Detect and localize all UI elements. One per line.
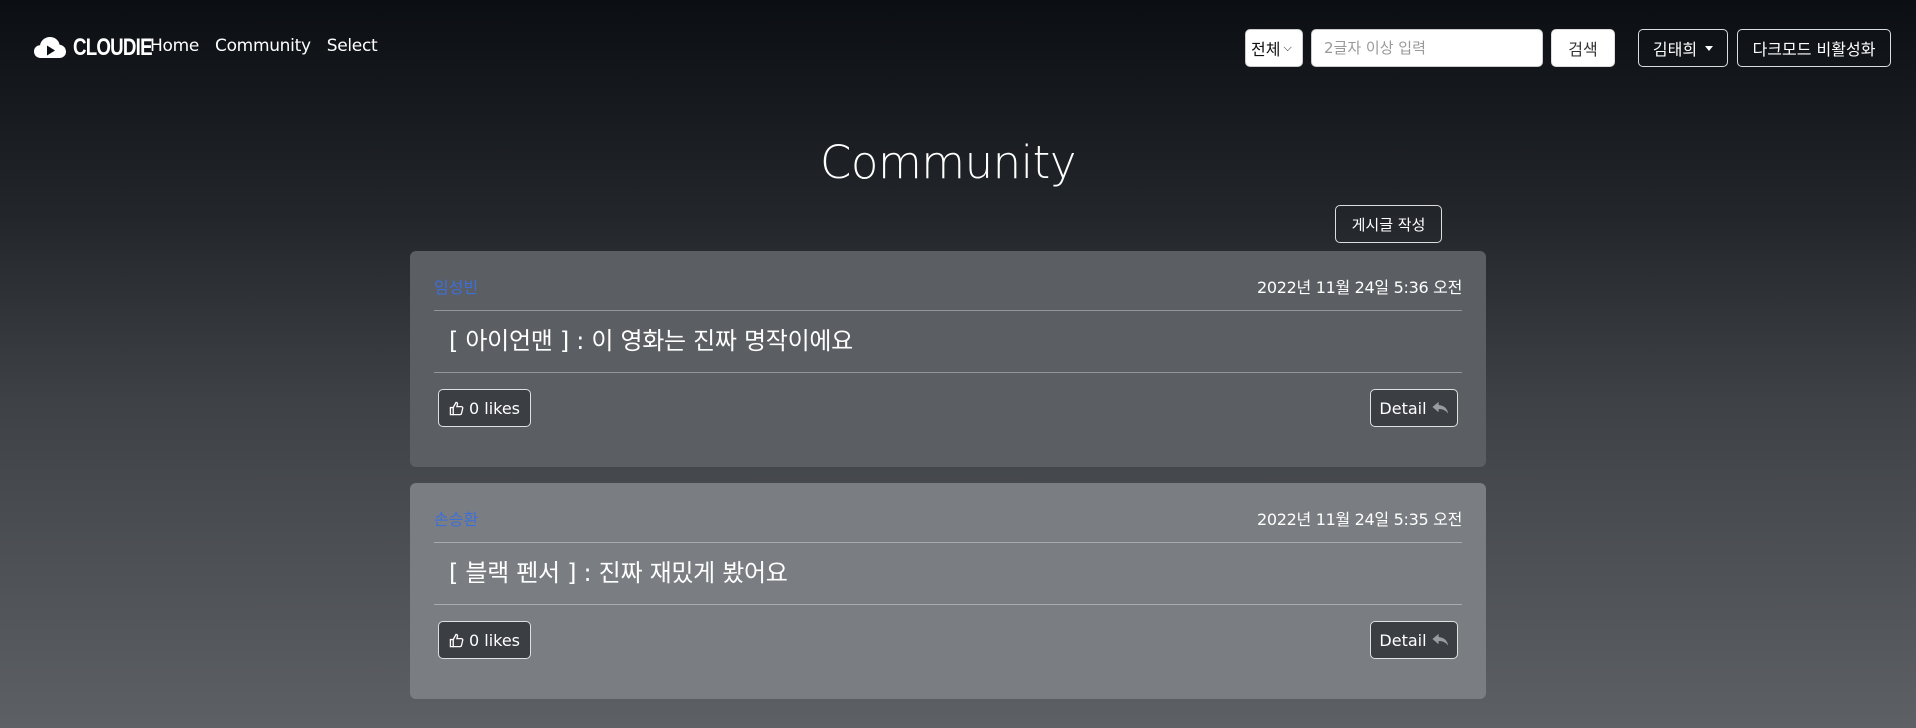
like-count: 0 likes	[468, 630, 521, 650]
post-date: 2022년 11월 24일 5:35 오전	[1256, 510, 1462, 529]
cloud-play-icon	[34, 37, 66, 58]
post-divider	[434, 604, 1462, 605]
write-post-button[interactable]: 게시글 작성	[1335, 205, 1442, 243]
nav-link-community[interactable]: Community	[215, 36, 311, 56]
nav-links: Home Community Select	[150, 36, 378, 56]
post-divider	[434, 372, 1462, 373]
reply-arrow-icon	[1432, 401, 1448, 414]
post-card: 손승환 2022년 11월 24일 5:35 오전 [ 블랙 펜서 ] : 진짜…	[410, 483, 1486, 699]
brand-name: CLOUDIE	[73, 34, 153, 61]
search-button[interactable]: 검색	[1551, 29, 1615, 67]
post-divider	[434, 542, 1462, 543]
thumbs-up-icon	[449, 633, 464, 647]
search-category-value: 전체	[1251, 40, 1281, 59]
nav-link-select[interactable]: Select	[327, 36, 378, 56]
like-count: 0 likes	[468, 398, 521, 418]
detail-label: Detail	[1379, 630, 1427, 650]
post-header: 손승환 2022년 11월 24일 5:35 오전	[434, 505, 1462, 531]
page-title: Community	[820, 136, 1076, 189]
like-button[interactable]: 0 likes	[438, 389, 531, 427]
post-card: 임성빈 2022년 11월 24일 5:36 오전 [ 아이언맨 ] : 이 영…	[410, 251, 1486, 467]
post-divider	[434, 310, 1462, 311]
detail-button[interactable]: Detail	[1370, 389, 1458, 427]
post-title: [ 블랙 펜서 ] : 진짜 재밌게 봤어요	[449, 559, 788, 587]
user-dropdown-button[interactable]: 김태희	[1638, 29, 1728, 67]
post-author-link[interactable]: 손승환	[434, 506, 478, 530]
post-title: [ 아이언맨 ] : 이 영화는 진짜 명작이에요	[449, 327, 853, 355]
like-button[interactable]: 0 likes	[438, 621, 531, 659]
thumbs-up-icon	[449, 401, 464, 415]
user-name: 김태희	[1652, 40, 1698, 59]
nav-link-home[interactable]: Home	[150, 36, 199, 56]
post-date: 2022년 11월 24일 5:36 오전	[1256, 278, 1462, 297]
detail-label: Detail	[1379, 398, 1427, 418]
reply-arrow-icon	[1432, 633, 1448, 646]
detail-button[interactable]: Detail	[1370, 621, 1458, 659]
search-input[interactable]	[1311, 29, 1543, 67]
caret-down-icon	[1705, 45, 1714, 51]
navbar: CLOUDIE Home Community Select 전체 ⌵ 검색 김태…	[0, 0, 1916, 96]
post-author-link[interactable]: 임성빈	[434, 274, 478, 298]
search-category-select[interactable]: 전체 ⌵	[1245, 29, 1303, 67]
dark-mode-toggle-button[interactable]: 다크모드 비활성화	[1737, 29, 1891, 67]
chevron-down-icon: ⌵	[1283, 41, 1292, 54]
post-header: 임성빈 2022년 11월 24일 5:36 오전	[434, 273, 1462, 299]
